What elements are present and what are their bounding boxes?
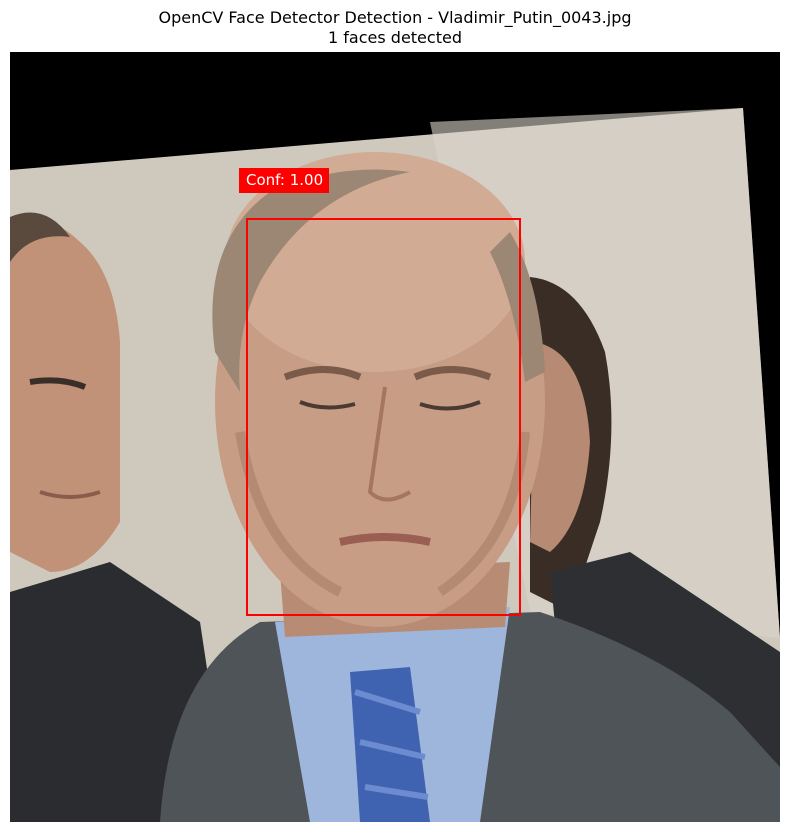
title-line-2: 1 faces detected xyxy=(328,28,462,47)
confidence-label: Conf: 1.00 xyxy=(239,168,330,193)
image-canvas: Conf: 1.00 xyxy=(10,52,780,822)
figure-title: OpenCV Face Detector Detection - Vladimi… xyxy=(0,8,790,48)
face-bounding-box xyxy=(246,218,521,616)
title-line-1: OpenCV Face Detector Detection - Vladimi… xyxy=(158,8,632,27)
